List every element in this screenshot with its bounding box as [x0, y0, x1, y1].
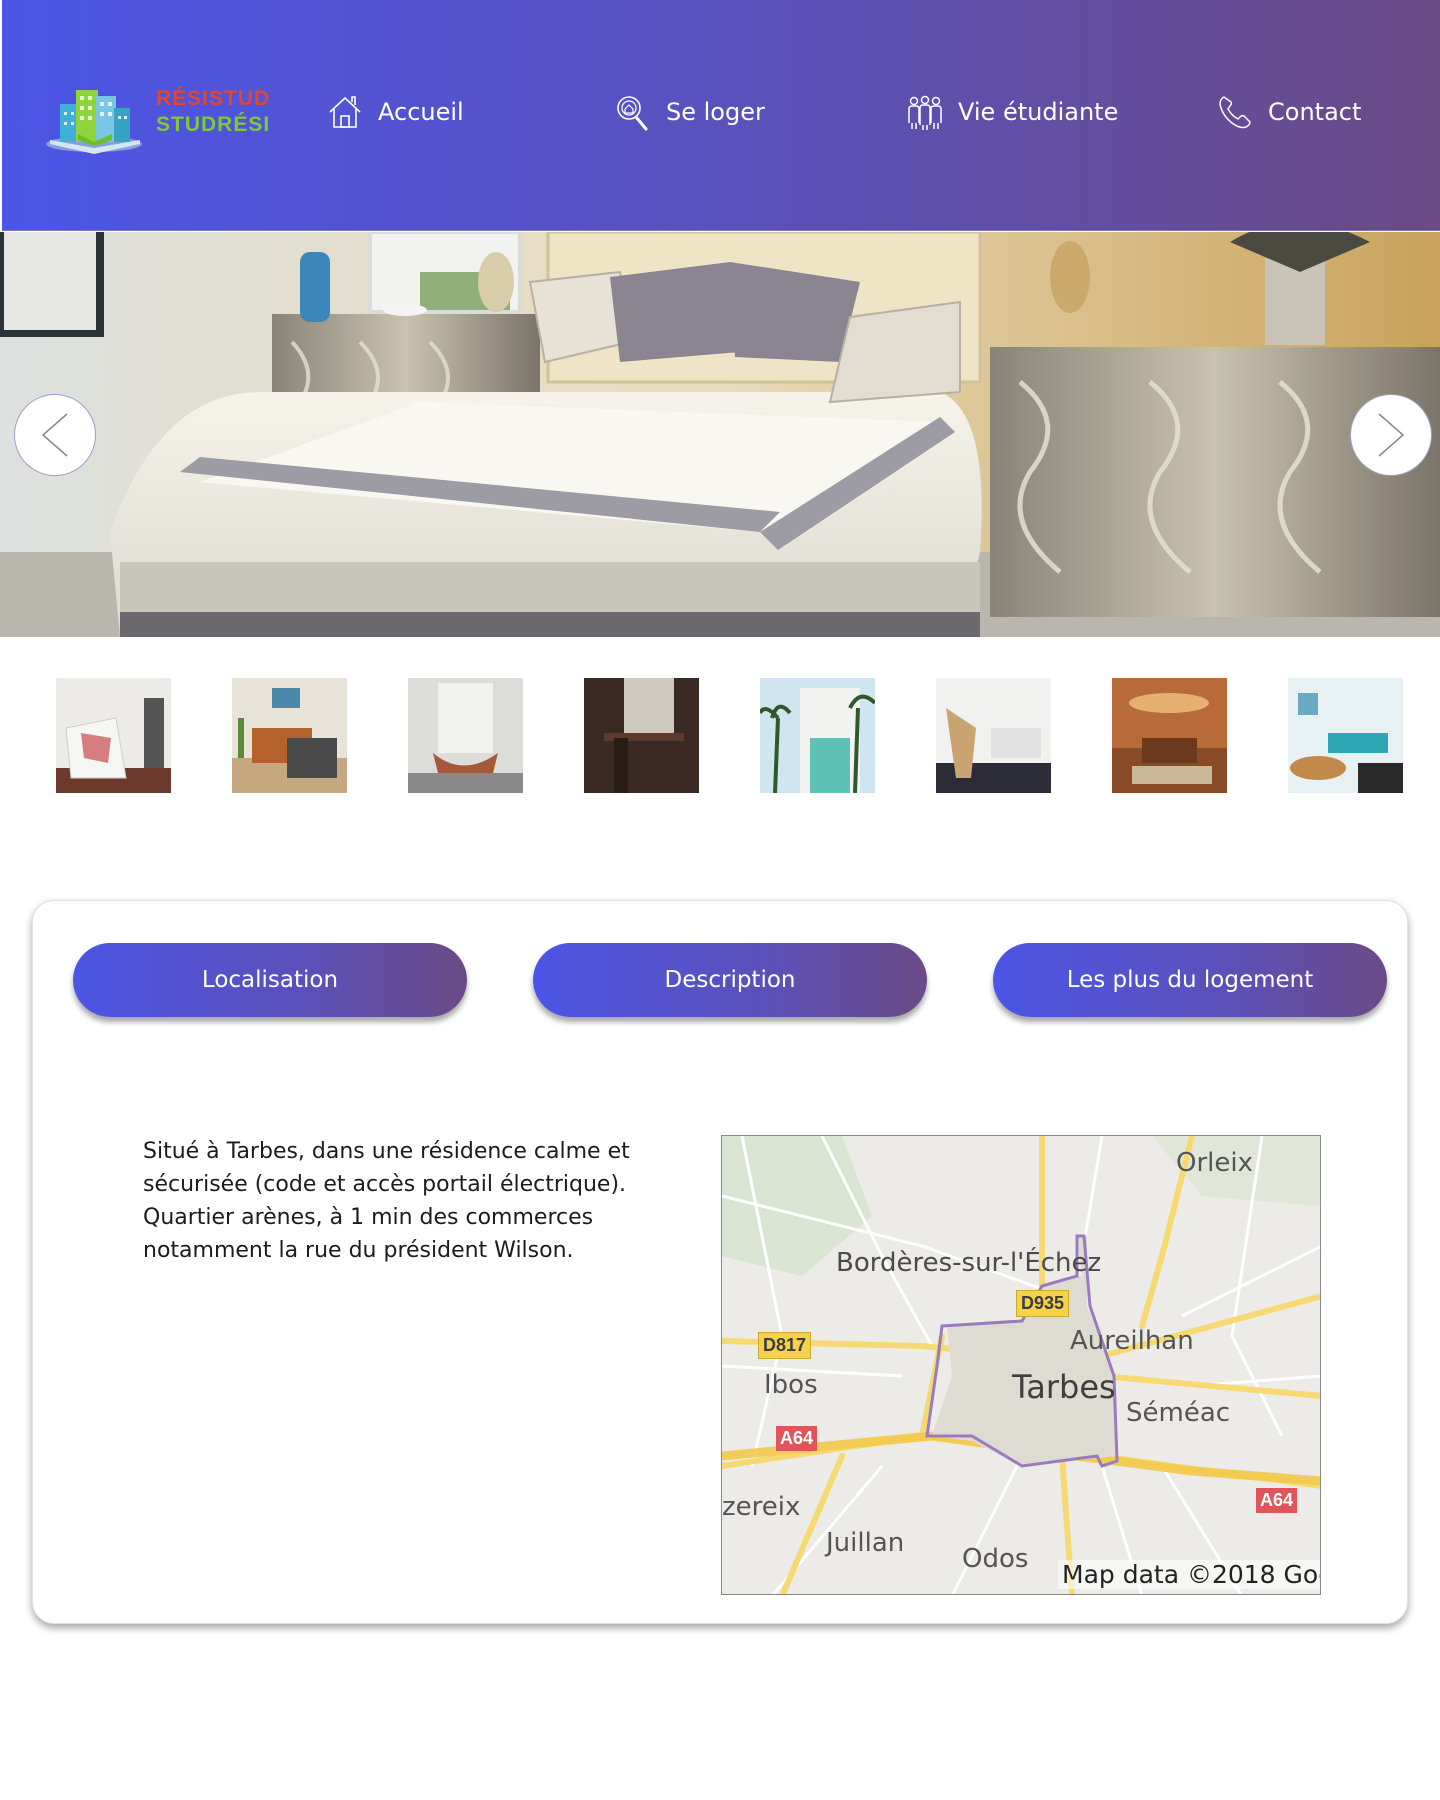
search-house-icon: [617, 96, 648, 131]
logo-line-2: STUDRÉSI: [156, 113, 271, 136]
map-attribution: Map data ©2018 Goog: [1058, 1560, 1320, 1589]
map-place-juillan: Juillan: [826, 1528, 905, 1558]
nav-se-loger-label: Se loger: [666, 98, 765, 126]
map-place-tarbes: Tarbes: [1012, 1368, 1116, 1406]
bedroom-photo: [0, 232, 1440, 637]
map-place-orleix: Orleix: [1176, 1148, 1253, 1178]
map-road-a64-right: A64: [1256, 1488, 1298, 1513]
nav-vie-etudiante[interactable]: Vie étudiante: [906, 92, 1118, 132]
map-road-a64-left: A64: [776, 1426, 818, 1451]
nav-accueil[interactable]: Accueil: [326, 92, 464, 132]
map-place-azereix: zereix: [722, 1492, 801, 1522]
location-map[interactable]: Orleix Bordères-sur-l'Échez Aureilhan Ib…: [721, 1135, 1321, 1595]
tab-les-plus-du-logement[interactable]: Les plus du logement: [993, 943, 1387, 1017]
map-place-semeac: Séméac: [1126, 1398, 1231, 1428]
map-road-d817: D817: [758, 1332, 812, 1359]
thumbnail-bathroom-tub[interactable]: [408, 678, 523, 793]
site-header: RÉSISTUD STUDRÉSI Accueil Se loger Vie é…: [2, 0, 1440, 231]
logo-line-1: RÉSISTUD: [156, 87, 271, 110]
slider-next-button[interactable]: [1350, 394, 1432, 476]
tab-localisation[interactable]: Localisation: [73, 943, 467, 1017]
tab-description[interactable]: Description: [533, 943, 927, 1017]
location-description: Situé à Tarbes, dans une résidence calme…: [143, 1139, 630, 1263]
site-logo[interactable]: RÉSISTUD STUDRÉSI: [42, 82, 272, 162]
nav-accueil-label: Accueil: [378, 98, 464, 126]
map-road-d935: D935: [1016, 1290, 1070, 1317]
thumbnail-wooden-chair-room[interactable]: [936, 678, 1051, 793]
phone-icon: [1219, 96, 1251, 129]
thumbnail-building-palms[interactable]: [760, 678, 875, 793]
hero-slider: [0, 232, 1440, 637]
thumbnail-living-room-cabinet[interactable]: [232, 678, 347, 793]
group-people-icon: [908, 95, 942, 130]
listing-info-card: Localisation Description Les plus du log…: [32, 900, 1408, 1624]
chevron-right-icon: [1378, 413, 1405, 457]
nav-contact-label: Contact: [1268, 98, 1362, 126]
thumbnail-billiard-room[interactable]: [1112, 678, 1227, 793]
thumbnail-living-room-armchair[interactable]: [56, 678, 171, 793]
nav-vie-etudiante-label: Vie étudiante: [958, 98, 1119, 126]
nav-se-loger[interactable]: Se loger: [614, 92, 765, 132]
thumbnail-strip: [0, 678, 1440, 794]
thumbnail-turquoise-lounge[interactable]: [1288, 678, 1403, 793]
thumbnail-dining-chair[interactable]: [584, 678, 699, 793]
map-place-ibos: Ibos: [764, 1370, 818, 1400]
map-roads: [722, 1136, 1320, 1594]
slider-prev-button[interactable]: [14, 394, 96, 476]
home-icon: [329, 96, 361, 128]
nav-contact[interactable]: Contact: [1216, 92, 1361, 132]
map-place-odos: Odos: [962, 1544, 1029, 1574]
chevron-left-icon: [41, 413, 68, 457]
logo-text: RÉSISTUD STUDRÉSI: [156, 86, 270, 138]
buildings-logo-icon: [46, 90, 142, 154]
map-place-borderes: Bordères-sur-l'Échez: [836, 1248, 1102, 1278]
map-place-aureilhan: Aureilhan: [1070, 1326, 1194, 1356]
